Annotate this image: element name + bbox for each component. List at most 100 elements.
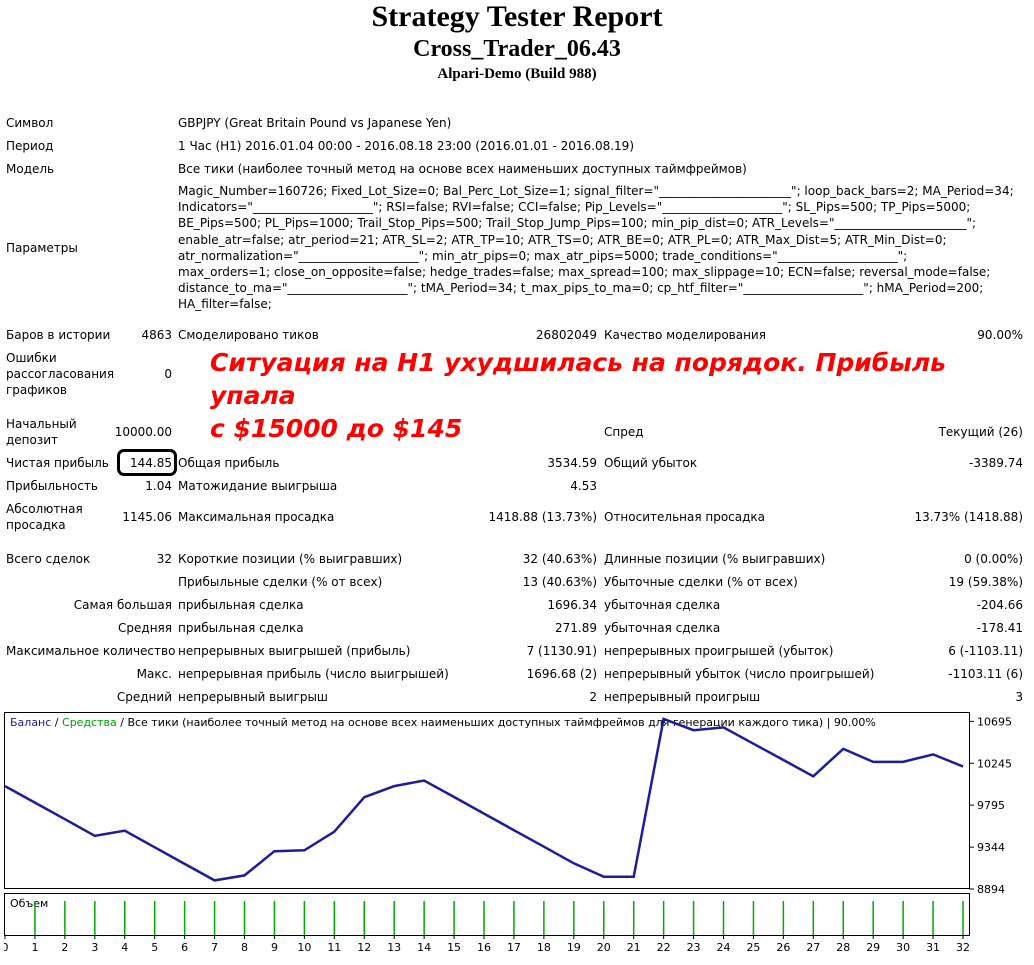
errors-value: 0 bbox=[164, 367, 172, 381]
total-trades-value: 32 bbox=[156, 552, 172, 566]
expected-payoff-value: 4.53 bbox=[570, 479, 597, 493]
abs-drawdown-value: 1145.06 bbox=[122, 510, 172, 524]
legend-balance: Баланс bbox=[10, 716, 51, 729]
deposit-value: 10000.00 bbox=[114, 425, 172, 439]
x-tick-label: 31 bbox=[926, 941, 940, 954]
symbol-label: Символ bbox=[6, 116, 54, 130]
max-label: Макс. bbox=[136, 667, 172, 681]
x-tick-label: 20 bbox=[597, 941, 611, 954]
profit-trades-value: 13 (40.63%) bbox=[522, 575, 597, 589]
max-consec-wins-label: непрерывных выигрышей (прибыль) bbox=[178, 644, 411, 658]
x-tick-label: 17 bbox=[507, 941, 521, 954]
x-tick-label: 25 bbox=[746, 941, 760, 954]
average-profit-label: прибыльная сделка bbox=[178, 621, 304, 635]
x-tick-label: 6 bbox=[181, 941, 188, 954]
max-consec-losses-label: непрерывных проигрышей (убыток) bbox=[604, 644, 834, 658]
profit-factor-label: Прибыльность bbox=[6, 479, 98, 493]
x-tick-label: 1 bbox=[31, 941, 38, 954]
x-tick-label: 11 bbox=[327, 941, 341, 954]
max-drawdown-value: 1418.88 (13.73%) bbox=[488, 510, 597, 524]
x-tick-label: 12 bbox=[357, 941, 371, 954]
params-line: HA_filter=false; bbox=[178, 297, 272, 312]
x-tick-label: 28 bbox=[836, 941, 850, 954]
main-plot-frame bbox=[4, 712, 970, 889]
balance-chart: Баланс / Средства / Все тики (наиболее т… bbox=[2, 712, 1034, 962]
quality-value: 90.00% bbox=[977, 328, 1023, 342]
params-line: Indicators="____________________"; RSI=f… bbox=[178, 200, 971, 215]
gross-loss-label: Общий убыток bbox=[604, 456, 698, 470]
ticks-value: 26802049 bbox=[535, 328, 597, 342]
total-trades-label: Всего сделок bbox=[6, 552, 91, 566]
largest-loss-label: убыточная сделка bbox=[604, 598, 721, 612]
model-label: Модель bbox=[6, 162, 55, 176]
y-tick-label: 10695 bbox=[977, 715, 1012, 728]
spread-label: Спред bbox=[604, 425, 644, 439]
x-tick-label: 18 bbox=[537, 941, 551, 954]
average-loss-label: убыточная сделка bbox=[604, 621, 721, 635]
bars-value: 4863 bbox=[141, 328, 172, 342]
legend-description: Все тики (наиболее точный метод на основ… bbox=[127, 716, 875, 729]
y-axis-ticks: 10695 10245 9795 9344 8894 bbox=[969, 715, 1012, 896]
long-positions-value: 0 (0.00%) bbox=[964, 552, 1023, 566]
x-tick-label: 8 bbox=[241, 941, 248, 954]
net-profit-value: 144.85 bbox=[130, 456, 172, 470]
max-count-label: Максимальное количество bbox=[6, 644, 176, 658]
model-value: Все тики (наиболее точный метод на основ… bbox=[178, 162, 747, 176]
x-tick-label: 14 bbox=[417, 941, 431, 954]
x-tick-label: 30 bbox=[896, 941, 910, 954]
server-build: Alpari-Demo (Build 988) bbox=[437, 66, 597, 82]
params-line: max_orders=1; close_on_opposite=false; h… bbox=[178, 265, 991, 280]
deposit-label: Начальный депозит bbox=[6, 417, 77, 447]
x-tick-label: 13 bbox=[387, 941, 401, 954]
legend-sep: / bbox=[117, 716, 128, 729]
gross-profit-value: 3534.59 bbox=[547, 456, 597, 470]
loss-trades-value: 19 (59.38%) bbox=[948, 575, 1023, 589]
average-label: Средняя bbox=[118, 621, 172, 635]
short-positions-value: 32 (40.63%) bbox=[522, 552, 597, 566]
params-line: distance_to_ma="____________________"; t… bbox=[178, 281, 984, 296]
x-tick-label: 24 bbox=[717, 941, 731, 954]
profit-trades-label: Прибыльные сделки (% от всех) bbox=[178, 575, 383, 589]
abs-drawdown-label: Абсолютная просадка bbox=[6, 502, 83, 532]
max-consec-wins-value: 7 (1130.91) bbox=[526, 644, 597, 658]
chart-legend: Баланс / Средства / Все тики (наиболее т… bbox=[10, 716, 876, 729]
rel-drawdown-value: 13.73% (1418.88) bbox=[914, 510, 1023, 524]
max-consec-profit-value: 1696.68 (2) bbox=[526, 667, 597, 681]
avg-consec-losses-label: непрерывный проигрыш bbox=[604, 690, 761, 704]
y-tick-label: 9795 bbox=[977, 799, 1005, 812]
quality-label: Качество моделирования bbox=[604, 328, 766, 342]
max-consec-profit-label: непрерывная прибыль (число выигрышей) bbox=[178, 667, 449, 681]
x-tick-label: 22 bbox=[657, 941, 671, 954]
x-tick-label: 3 bbox=[91, 941, 98, 954]
expert-name: Cross_Trader_06.43 bbox=[413, 36, 621, 62]
params-line: Magic_Number=160726; Fixed_Lot_Size=0; B… bbox=[178, 184, 1014, 198]
symbol-value: GBPJPY (Great Britain Pound vs Japanese … bbox=[178, 116, 452, 130]
short-positions-label: Короткие позиции (% выигравших) bbox=[178, 552, 403, 566]
params-label: Параметры bbox=[6, 241, 78, 255]
long-positions-label: Длинные позиции (% выигравших) bbox=[604, 552, 826, 566]
rel-drawdown-label: Относительная просадка bbox=[604, 510, 766, 524]
period-label: Период bbox=[6, 139, 54, 153]
max-drawdown-label: Максимальная просадка bbox=[178, 510, 335, 524]
x-tick-label: 7 bbox=[211, 941, 218, 954]
ticks-label: Смоделировано тиков bbox=[178, 328, 319, 342]
spread-value: Текущий (26) bbox=[938, 425, 1023, 439]
x-tick-label: 29 bbox=[866, 941, 880, 954]
largest-profit-label: прибыльная сделка bbox=[178, 598, 304, 612]
gross-profit-label: Общая прибыль bbox=[178, 456, 280, 470]
x-tick-label: 10 bbox=[297, 941, 311, 954]
y-tick-label: 10245 bbox=[977, 757, 1012, 770]
params-line: enable_atr=false; atr_period=21; ATR_SL=… bbox=[178, 232, 947, 247]
period-value: 1 Час (H1) 2016.01.04 00:00 - 2016.08.18… bbox=[178, 139, 634, 153]
average-loss-value: -178.41 bbox=[976, 621, 1023, 635]
max-consec-losses-value: 6 (-1103.11) bbox=[948, 644, 1023, 658]
report-title: Strategy Tester Report bbox=[371, 0, 663, 33]
x-tick-label: 15 bbox=[447, 941, 461, 954]
avg-consec-wins-label: непрерывный выигрыш bbox=[178, 690, 328, 704]
volume-plot-frame bbox=[4, 893, 970, 936]
bars-label: Баров в истории bbox=[6, 328, 111, 342]
expected-payoff-label: Матожидание выигрыша bbox=[178, 479, 338, 493]
x-tick-label: 19 bbox=[567, 941, 581, 954]
params-line: BE_Pips=500; PL_Pips=1000; Trail_Stop_Pi… bbox=[178, 216, 977, 231]
avg-consec-wins-value: 2 bbox=[589, 690, 597, 704]
